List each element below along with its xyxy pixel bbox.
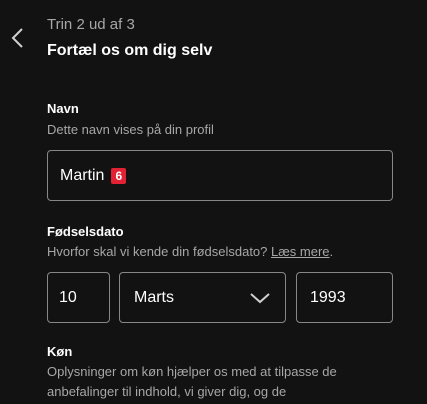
back-button[interactable]	[8, 26, 28, 50]
gender-description: Oplysninger om køn hjælper os med at til…	[47, 364, 337, 399]
day-input[interactable]: 10	[47, 272, 110, 323]
month-select[interactable]: Marts	[119, 272, 286, 323]
element-badge: 6	[111, 167, 127, 184]
month-value: Marts	[134, 288, 174, 306]
name-value: Martin	[60, 166, 105, 184]
name-hint: Dette navn vises på din profil	[47, 122, 214, 137]
chevron-left-icon	[11, 28, 23, 48]
birthdate-hint: Hvorfor skal vi kende din fødselsdato? L…	[47, 244, 333, 259]
day-value: 10	[59, 288, 77, 306]
year-input[interactable]: 1993	[296, 272, 393, 323]
name-input[interactable]: Martin 6	[47, 150, 393, 201]
step-indicator: Trin 2 ud af 3	[47, 16, 135, 33]
birthdate-label: Fødselsdato	[47, 224, 124, 239]
birthdate-hint-end: .	[329, 244, 334, 259]
name-label: Navn	[47, 101, 79, 116]
chevron-down-icon	[250, 292, 270, 303]
year-value: 1993	[310, 288, 346, 306]
read-more-link[interactable]: Læs mere	[271, 244, 330, 259]
gender-label: Køn	[47, 344, 73, 359]
birthdate-hint-text: Hvorfor skal vi kende din fødselsdato?	[47, 244, 268, 259]
page-title: Fortæl os om dig selv	[47, 42, 213, 59]
